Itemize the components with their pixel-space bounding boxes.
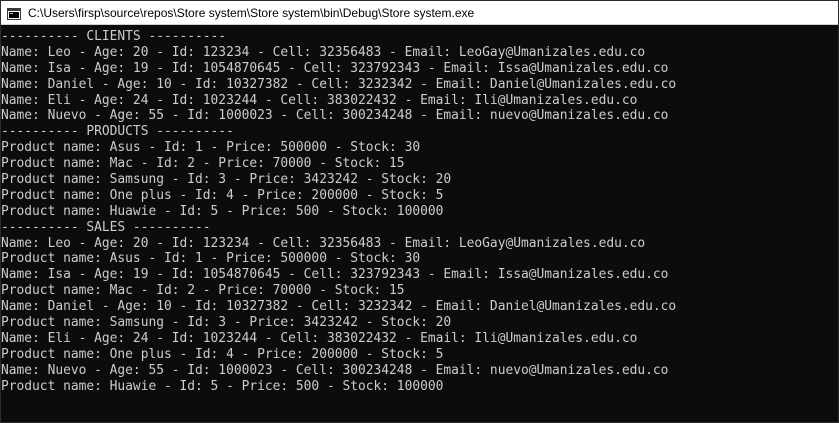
console-line: Product name: Mac - Id: 2 - Price: 70000…: [1, 283, 405, 299]
console-app-icon: [7, 7, 21, 20]
console-line: Name: Nuevo - Age: 55 - Id: 1000023 - Ce…: [1, 108, 669, 124]
console-line: Product name: Samsung - Id: 3 - Price: 3…: [1, 315, 452, 331]
console-line: ---------- CLIENTS ----------: [1, 29, 227, 44]
console-line: Name: Leo - Age: 20 - Id: 123234 - Cell:…: [1, 44, 646, 60]
console-line: Name: Eli - Age: 24 - Id: 1023244 - Cell…: [1, 330, 638, 346]
console-line: Product name: One plus - Id: 4 - Price: …: [1, 346, 444, 362]
console-output[interactable]: ---------- CLIENTS ---------- Name: Leo -…: [1, 25, 838, 394]
console-line: ---------- PRODUCTS ----------: [1, 124, 234, 140]
console-line: Product name: Samsung - Id: 3 - Price: 3…: [1, 172, 452, 188]
console-line: Name: Isa - Age: 19 - Id: 1054870645 - C…: [1, 267, 669, 283]
console-line: Product name: Huawie - Id: 5 - Price: 50…: [1, 378, 444, 394]
console-line: Name: Leo - Age: 20 - Id: 123234 - Cell:…: [1, 235, 646, 251]
console-line: Product name: Huawie - Id: 5 - Price: 50…: [1, 203, 444, 219]
console-line: Product name: One plus - Id: 4 - Price: …: [1, 187, 444, 203]
title-bar[interactable]: C:\Users\firsp\source\repos\Store system…: [1, 1, 838, 25]
console-line: Name: Nuevo - Age: 55 - Id: 1000023 - Ce…: [1, 362, 669, 378]
console-window: C:\Users\firsp\source\repos\Store system…: [0, 0, 839, 423]
console-line: Name: Eli - Age: 24 - Id: 1023244 - Cell…: [1, 92, 638, 108]
console-line: Name: Daniel - Age: 10 - Id: 10327382 - …: [1, 299, 677, 315]
console-line: Name: Isa - Age: 19 - Id: 1054870645 - C…: [1, 60, 669, 76]
console-line: Product name: Asus - Id: 1 - Price: 5000…: [1, 251, 421, 267]
console-line: Name: Daniel - Age: 10 - Id: 10327382 - …: [1, 76, 677, 92]
console-line: Product name: Mac - Id: 2 - Price: 70000…: [1, 156, 405, 172]
window-title: C:\Users\firsp\source\repos\Store system…: [28, 5, 475, 20]
console-line: Product name: Asus - Id: 1 - Price: 5000…: [1, 140, 421, 156]
console-line: ---------- SALES ----------: [1, 219, 211, 235]
